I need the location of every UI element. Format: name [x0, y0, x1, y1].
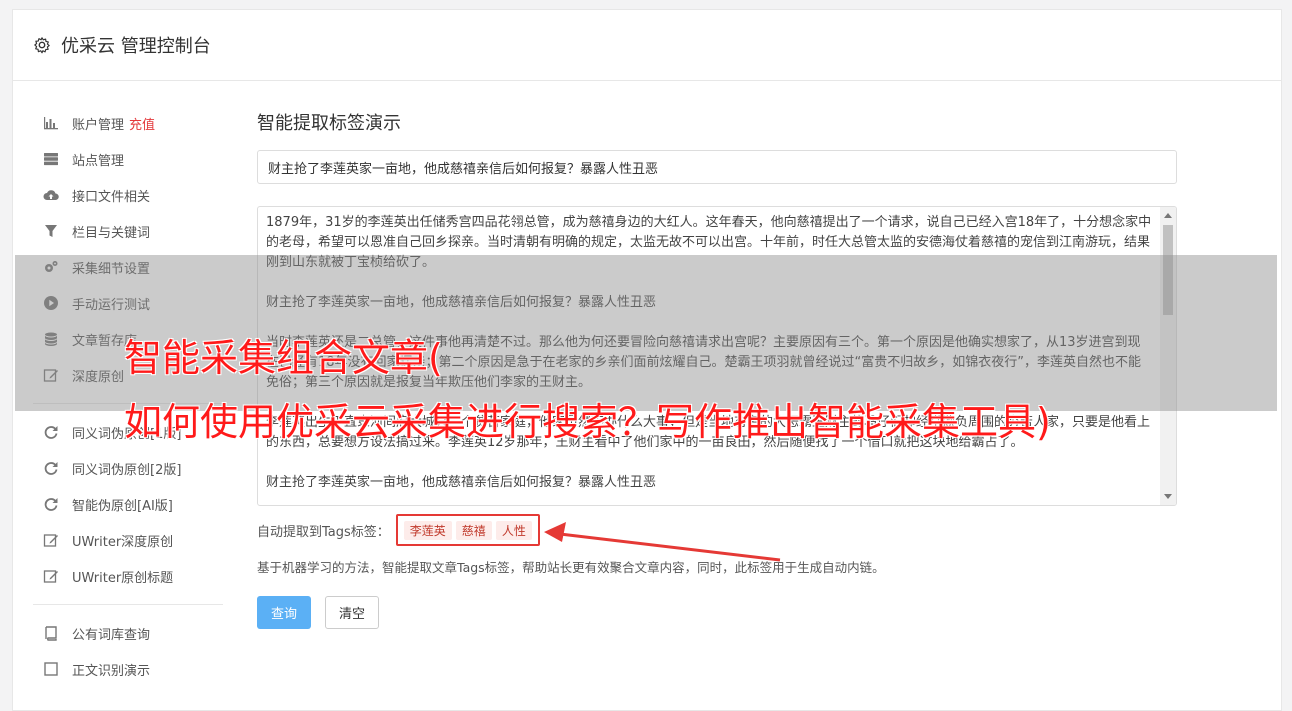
tag-item: 李莲英 [403, 520, 452, 540]
server-icon [43, 151, 59, 167]
action-buttons: 查询 清空 [257, 596, 1177, 629]
sidebar-item-label: 接口文件相关 [72, 189, 151, 205]
sidebar-item-sites[interactable]: 站点管理 [33, 141, 223, 177]
filter-icon [43, 223, 59, 239]
refresh-icon [43, 460, 59, 476]
sidebar-item-label: 智能伪原创[AI版] [72, 498, 173, 514]
refresh-icon [43, 424, 59, 440]
tags-row: 自动提取到Tags标签： 李莲英 慈禧 人性 [257, 514, 1177, 546]
refresh-icon [43, 496, 59, 512]
square-icon [43, 661, 59, 677]
sidebar-item-public-lexicon[interactable]: 公有词库查询 [33, 615, 223, 651]
overlay-title-line1: 智能采集组合文章( [124, 336, 443, 380]
query-button[interactable]: 查询 [257, 596, 311, 629]
sidebar-item-interface-files[interactable]: 接口文件相关 [33, 177, 223, 213]
overlay-title-line2: 如何使用优采云采集进行搜索？写作推出智能采集工具) [124, 400, 1051, 444]
article-title-input[interactable] [257, 150, 1177, 184]
sidebar-item-label: 公有词库查询 [72, 627, 151, 643]
page-title: 优采云 管理控制台 [61, 36, 211, 57]
edit-icon [43, 532, 59, 548]
sidebar-item-body-recognition[interactable]: 正文识别演示 [33, 651, 223, 687]
sidebar-item-label: 同义词伪原创[2版] [72, 462, 182, 478]
sidebar-item-account[interactable]: 账户管理 充值 [33, 105, 223, 141]
feature-description: 基于机器学习的方法，智能提取文章Tags标签，帮助站长更有效聚合文章内容，同时，… [257, 560, 885, 575]
sidebar-divider [33, 604, 223, 605]
clear-button[interactable]: 清空 [325, 596, 379, 629]
extracted-tags: 李莲英 慈禧 人性 [395, 514, 540, 546]
section-heading: 智能提取标签演示 [257, 113, 401, 134]
gray-overlay-band [15, 255, 1277, 411]
sidebar-item-label: UWriter深度原创 [72, 534, 174, 550]
tag-item: 人性 [495, 520, 532, 540]
tag-item: 慈禧 [455, 520, 492, 540]
sidebar-item-label: 栏目与关键词 [72, 225, 151, 241]
bar-chart-icon [43, 115, 59, 131]
sidebar-item-uwriter-title[interactable]: UWriter原创标题 [33, 558, 223, 594]
scroll-up-icon[interactable] [1164, 213, 1172, 218]
sidebar-item-ai-rewrite[interactable]: 智能伪原创[AI版] [33, 486, 223, 522]
content-paragraph: 财主抢了李莲英家一亩地，他成慈禧亲信后如何报复？暴露人性丑恶 [266, 475, 657, 490]
gear-icon [34, 37, 50, 54]
sidebar-item-synonym-v2[interactable]: 同义词伪原创[2版] [33, 450, 223, 486]
scroll-down-icon[interactable] [1164, 494, 1172, 499]
cloud-upload-icon [43, 187, 59, 203]
sidebar-item-label: 账户管理 [72, 117, 125, 133]
sidebar-item-label: 正文识别演示 [72, 663, 151, 679]
recharge-link[interactable]: 充值 [129, 114, 155, 133]
sidebar-item-columns-keywords[interactable]: 栏目与关键词 [33, 213, 223, 249]
book-icon [43, 625, 59, 641]
tags-label: 自动提取到Tags标签： [257, 524, 390, 540]
sidebar-item-uwriter-deep[interactable]: UWriter深度原创 [33, 522, 223, 558]
console-header: 优采云 管理控制台 [13, 10, 1281, 81]
edit-icon [43, 568, 59, 584]
sidebar-item-label: 站点管理 [72, 153, 125, 169]
sidebar-item-label: UWriter原创标题 [72, 570, 174, 586]
